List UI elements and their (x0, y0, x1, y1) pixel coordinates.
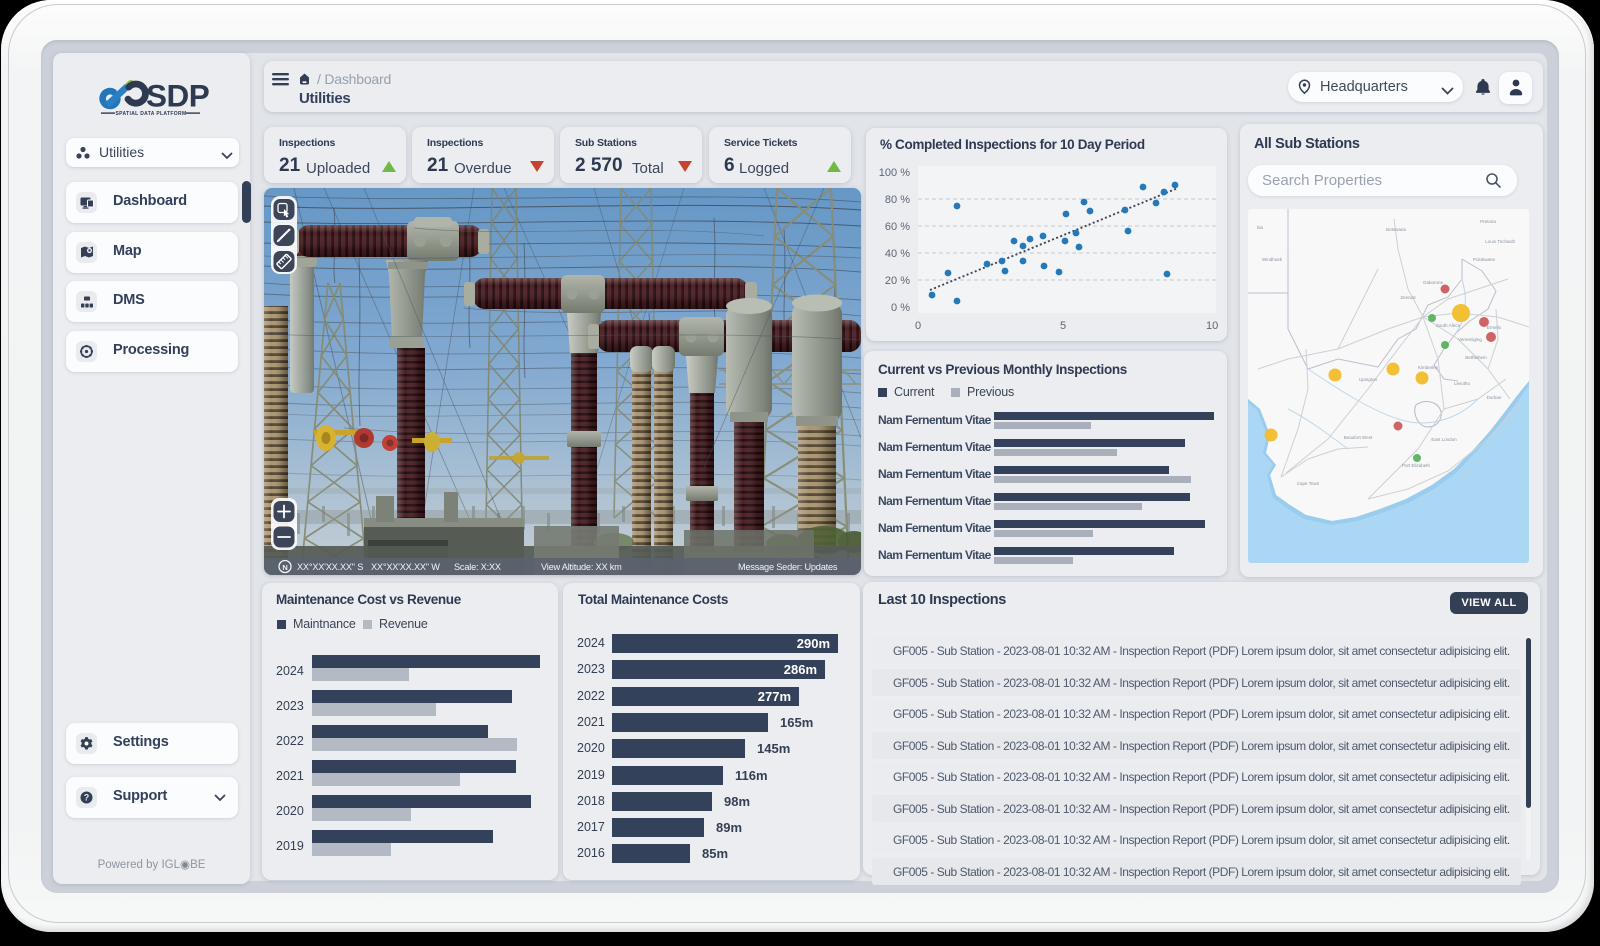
svg-text:View Altitude: XX km: View Altitude: XX km (541, 562, 622, 572)
svg-text:40 %: 40 % (885, 248, 910, 260)
svg-text:0: 0 (915, 320, 921, 332)
svg-text:XX°XX'XX.XX" W: XX°XX'XX.XX" W (371, 562, 440, 572)
svg-text:XX°XX'XX.XX" S: XX°XX'XX.XX" S (297, 562, 363, 572)
svg-text:100 %: 100 % (879, 167, 910, 179)
svg-text:Kimberley: Kimberley (1418, 365, 1439, 370)
svg-text:Ermelo: Ermelo (1487, 325, 1502, 330)
svg-text:SDP: SDP (146, 78, 209, 114)
svg-text:Vereeniging: Vereeniging (1458, 337, 1482, 342)
svg-text:SPATIAL DATA PLATFORM: SPATIAL DATA PLATFORM (115, 111, 186, 117)
svg-text:?: ? (84, 793, 90, 803)
svg-text:Louis Trichardt: Louis Trichardt (1485, 239, 1515, 244)
svg-text:Message Seder: Updates: Message Seder: Updates (738, 562, 838, 572)
svg-text:South Africa: South Africa (1436, 323, 1461, 328)
svg-text:Scale: X:XX: Scale: X:XX (454, 562, 501, 572)
svg-text:5: 5 (1060, 320, 1066, 332)
svg-text:Windhoek: Windhoek (1262, 257, 1283, 262)
svg-text:0 %: 0 % (891, 302, 910, 314)
svg-text:20 %: 20 % (885, 275, 910, 287)
svg-text:Lesotho: Lesotho (1454, 381, 1471, 386)
svg-text:East London: East London (1431, 437, 1457, 442)
svg-text:bia: bia (1257, 225, 1264, 230)
svg-text:Polokwane: Polokwane (1473, 257, 1496, 262)
svg-text:Upington: Upington (1359, 377, 1378, 382)
svg-text:Durban: Durban (1487, 395, 1502, 400)
svg-text:Port Elizabeth: Port Elizabeth (1402, 463, 1431, 468)
svg-text:Cape Town: Cape Town (1297, 481, 1320, 486)
svg-text:80 %: 80 % (885, 194, 910, 206)
svg-text:Beaufort West: Beaufort West (1344, 435, 1373, 440)
svg-text:Botswana: Botswana (1386, 227, 1406, 232)
svg-text:Gaborone: Gaborone (1423, 280, 1444, 285)
svg-text:Pretoria: Pretoria (1480, 219, 1496, 224)
svg-text:Bethlehem: Bethlehem (1465, 355, 1487, 360)
svg-text:10: 10 (1206, 320, 1218, 332)
svg-text:Zeerust: Zeerust (1400, 295, 1416, 300)
svg-text:N: N (282, 563, 287, 572)
svg-text:60 %: 60 % (885, 221, 910, 233)
